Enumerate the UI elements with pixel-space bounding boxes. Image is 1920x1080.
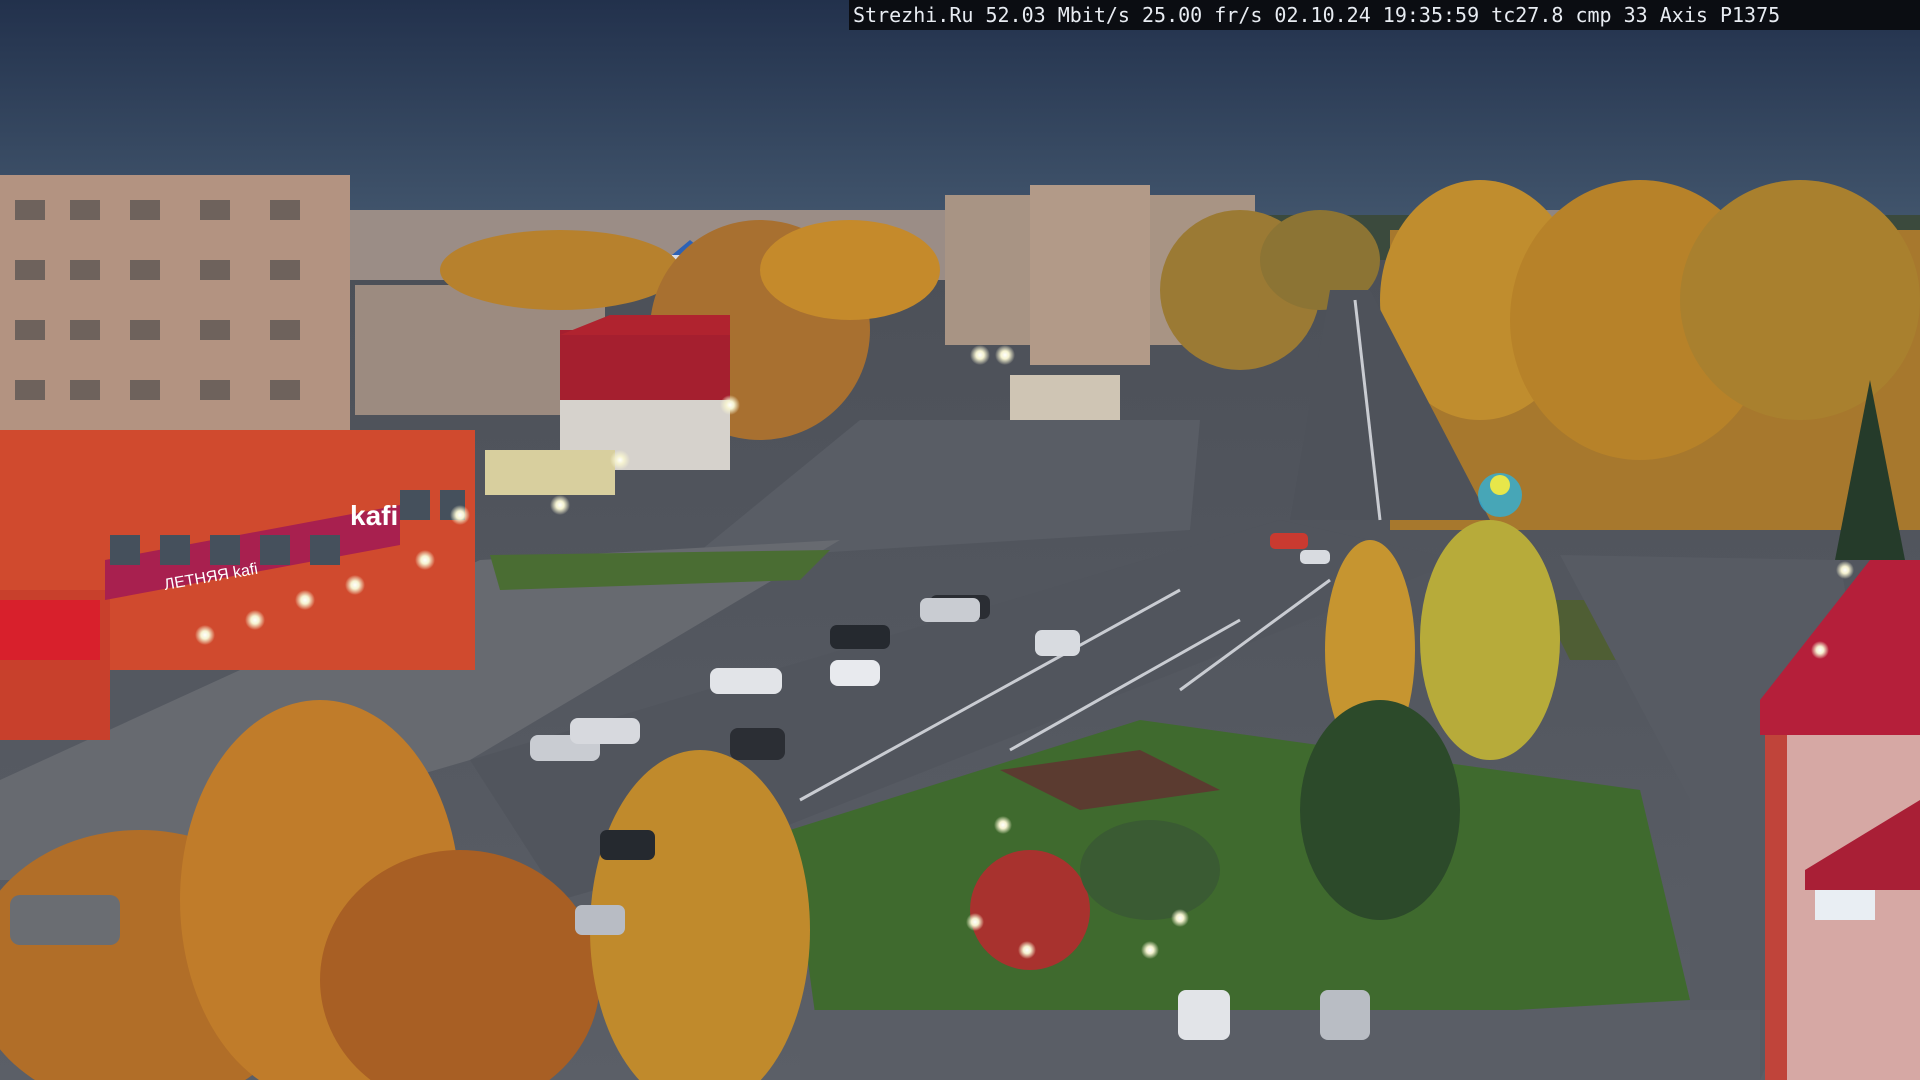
red-roof-building <box>560 315 730 470</box>
webcam-scene: kafi ЛЕТНЯЯ kafi <box>0 0 1920 1080</box>
parking-bottom <box>800 1010 1760 1080</box>
pavilion <box>1010 375 1120 420</box>
camera-info-overlay: Strezhi.Ru 52.03 Mbit/s 25.00 fr/s 02.10… <box>849 0 1920 30</box>
lit-sculpture <box>1478 473 1522 517</box>
shop-sign-kafi: kafi <box>350 500 398 531</box>
kiosk <box>485 450 615 495</box>
